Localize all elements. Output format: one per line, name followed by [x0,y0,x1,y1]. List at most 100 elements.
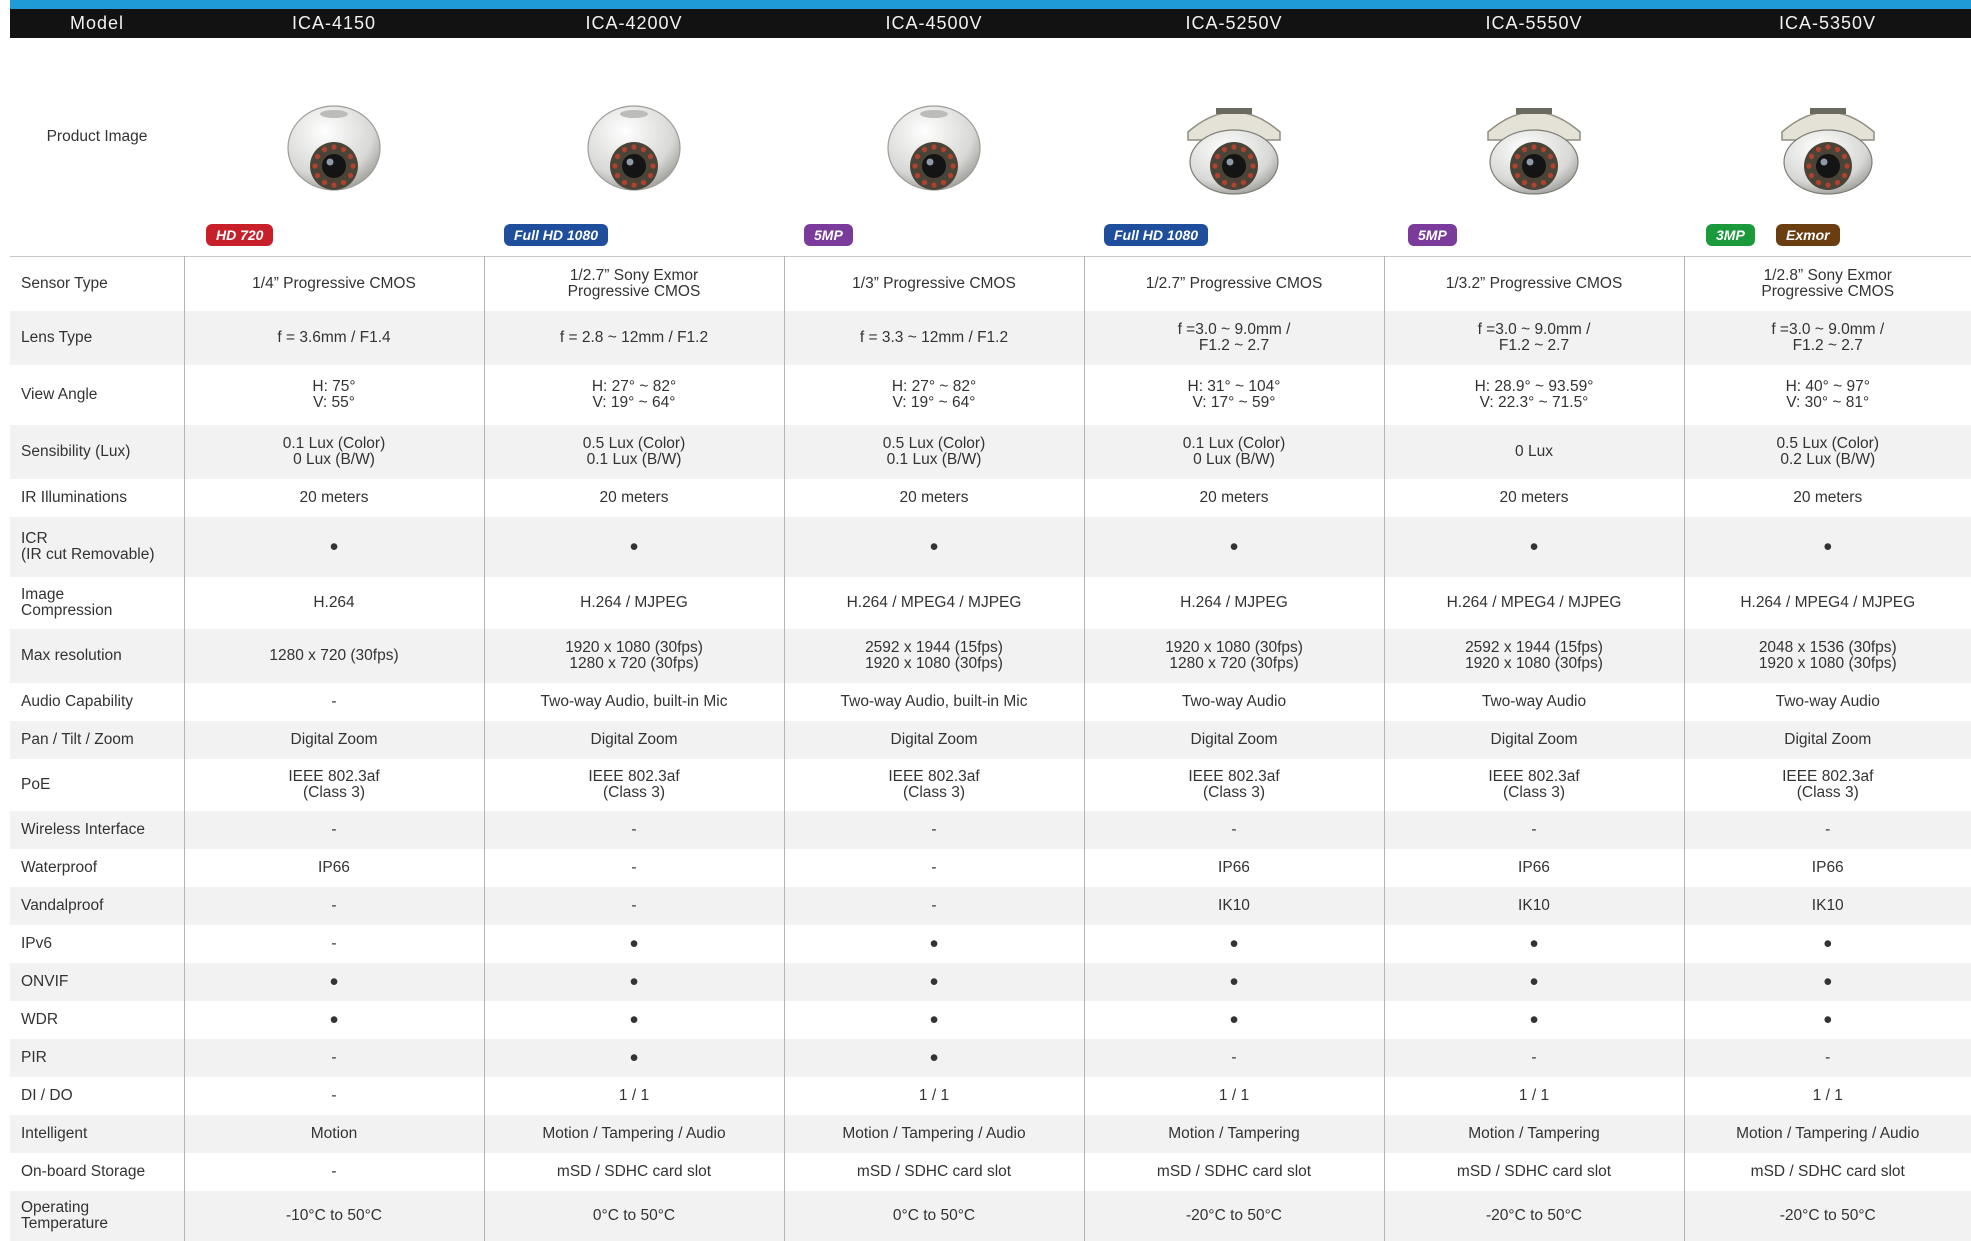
spec-label: Wireless Interface [10,810,184,849]
spec-value: H.264 / MJPEG [1083,576,1384,629]
spec-value: 0°C to 50°C [783,1190,1084,1241]
spec-label: View Angle [21,385,98,403]
spec-value: IK10 [1083,886,1384,925]
spec-label: Sensibility (Lux) [10,424,184,479]
spec-label: Image Compression [21,585,113,619]
resolution-badge: 5MP [1408,224,1457,246]
spec-value: IK10 [1683,886,1971,925]
spec-row: WDR ● ● ● ● ● ● [10,1000,1971,1039]
spec-value: 2048 x 1536 (30fps) 1920 x 1080 (30fps) [1683,628,1971,683]
spec-value: f =3.0 ~ 9.0mm / F1.2 ~ 2.7 [1683,310,1971,365]
supported-dot: ● [1683,962,1971,1001]
spec-value: Digital Zoom [1083,720,1384,759]
model-name-4: ICA-5250V [1185,13,1283,33]
spec-value: f = 3.3 ~ 12mm / F1.2 [783,310,1084,365]
spec-label: Sensor Type [21,274,108,292]
model-name-2: ICA-4200V [585,13,683,33]
supported-dot: ● [783,1038,1084,1077]
spec-value: 20 meters [1083,478,1384,517]
spec-value: H.264 / MJPEG [483,576,784,629]
spec-value: 1 / 1 [1083,1076,1384,1115]
spec-value: H: 28.9° ~ 93.59° V: 22.3° ~ 71.5° [1383,364,1684,425]
spec-row: Vandalproof - - - IK10 IK10 IK10 [10,886,1971,925]
spec-label: IR Illuminations [21,488,127,506]
spec-value: 1/4” Progressive CMOS [183,256,484,311]
dome-camera-image [1780,108,1875,195]
spec-value: 1 / 1 [1683,1076,1971,1115]
spec-value: IEEE 802.3af (Class 3) [183,758,484,811]
spec-value: Motion / Tampering [1383,1114,1684,1153]
spec-value: Motion / Tampering [1083,1114,1384,1153]
spec-value: 20 meters [1383,478,1684,517]
spec-value: 1/2.8” Sony Exmor Progressive CMOS [1683,256,1971,311]
model-name-1: ICA-4150 [291,13,377,33]
spec-value: IP66 [183,848,484,887]
spec-value: H.264 / MPEG4 / MJPEG [783,576,1084,629]
spec-value: - [1383,1038,1684,1077]
spec-value: - [483,848,784,887]
spec-value: Digital Zoom [783,720,1084,759]
spec-value: - [1083,810,1384,849]
spec-value: 20 meters [1683,478,1971,517]
resolution-badge: Exmor [1776,224,1840,246]
spec-label: Audio Capability [21,692,134,710]
spec-value: H: 27° ~ 82° V: 19° ~ 64° [483,364,784,425]
spec-label: Vandalproof [10,886,184,925]
dome-camera-image [887,105,981,191]
spec-value: - [783,848,1084,887]
spec-row: IPv6- ● ● ● ● ● [10,924,1971,963]
spec-value: H.264 [183,576,484,629]
spec-row: On-board Storage - mSD / SDHC card slot mSD… [10,1152,1971,1191]
resolution-badge: 5MP [804,224,853,246]
spec-row: Operating Temperature -10°C to 50°C 0°C to… [10,1190,1971,1241]
spec-label: Operating Temperature [10,1190,184,1241]
model-name-6: ICA-5350V [1778,13,1877,33]
supported-dot: ● [783,516,1084,577]
spec-value: mSD / SDHC card slot [1683,1152,1971,1191]
spec-value: 1/2.7” Progressive CMOS [1083,256,1384,311]
dome-camera-image [287,105,381,191]
spec-value: 1 / 1 [783,1076,1084,1115]
spec-value: 1/2.7” Sony Exmor Progressive CMOS [483,256,784,311]
spec-value: Motion / Tampering / Audio [783,1114,1084,1153]
accent-bar [10,0,1971,9]
spec-row: IR Illuminations 20 meters 20 meters 20 met… [10,478,1971,517]
spec-value: Motion [183,1114,484,1153]
resolution-badge: Full HD 1080 [504,224,609,246]
supported-dot: ● [483,962,784,1001]
spec-value: - [1683,1038,1971,1077]
spec-value: mSD / SDHC card slot [1383,1152,1684,1191]
spec-label: Pan / Tilt / Zoom [10,720,184,759]
spec-value: 20 meters [783,478,1084,517]
resolution-badge: HD 720 [206,224,274,246]
dome-camera-image [587,105,681,191]
product-image-label: Product Image [46,128,148,145]
supported-dot: ● [1083,1000,1384,1039]
spec-label: ICR (IR cut Removable) [10,516,184,577]
spec-label: On-board Storage [21,1162,146,1180]
spec-value: 0.5 Lux (Color) 0.2 Lux (B/W) [1683,424,1971,479]
spec-value: - [183,886,484,925]
supported-dot: ● [1683,1000,1971,1039]
spec-value: f = 3.6mm / F1.4 [183,310,484,365]
spec-value: IEEE 802.3af (Class 3) [1683,758,1971,811]
spec-value: 1920 x 1080 (30fps) 1280 x 720 (30fps) [1083,628,1384,683]
comparison-page: { "header": { "label": "Model", "models"… [0,0,1971,1241]
spec-value: H.264 / MPEG4 / MJPEG [1383,576,1684,629]
spec-label: DI / DO [21,1086,73,1104]
supported-dot: ● [1083,516,1384,577]
dome-camera-image [1487,108,1581,195]
resolution-badge: Full HD 1080 [1104,224,1209,246]
spec-row: Wireless Interface - - - - - - [10,810,1971,849]
spec-value: 0.5 Lux (Color) 0.1 Lux (B/W) [783,424,1084,479]
model-name-5: ICA-5550V [1485,13,1583,33]
spec-value: - [183,1076,484,1115]
spec-value: f = 2.8 ~ 12mm / F1.2 [483,310,784,365]
spec-row: Intelligent Motion Motion / Tampering / Au… [10,1114,1971,1153]
spec-row: Waterproof IP66- - IP66 IP66 IP66 [10,848,1971,887]
spec-value: 0°C to 50°C [483,1190,784,1241]
supported-dot: ● [183,1000,484,1039]
spec-row: View Angle H: 75° V: 55° H: 27° ~ 82° V: 1… [10,364,1971,425]
spec-row: Audio Capability - Two-way Audio, built-in… [10,682,1971,721]
spec-value: 0 Lux [1383,424,1684,479]
